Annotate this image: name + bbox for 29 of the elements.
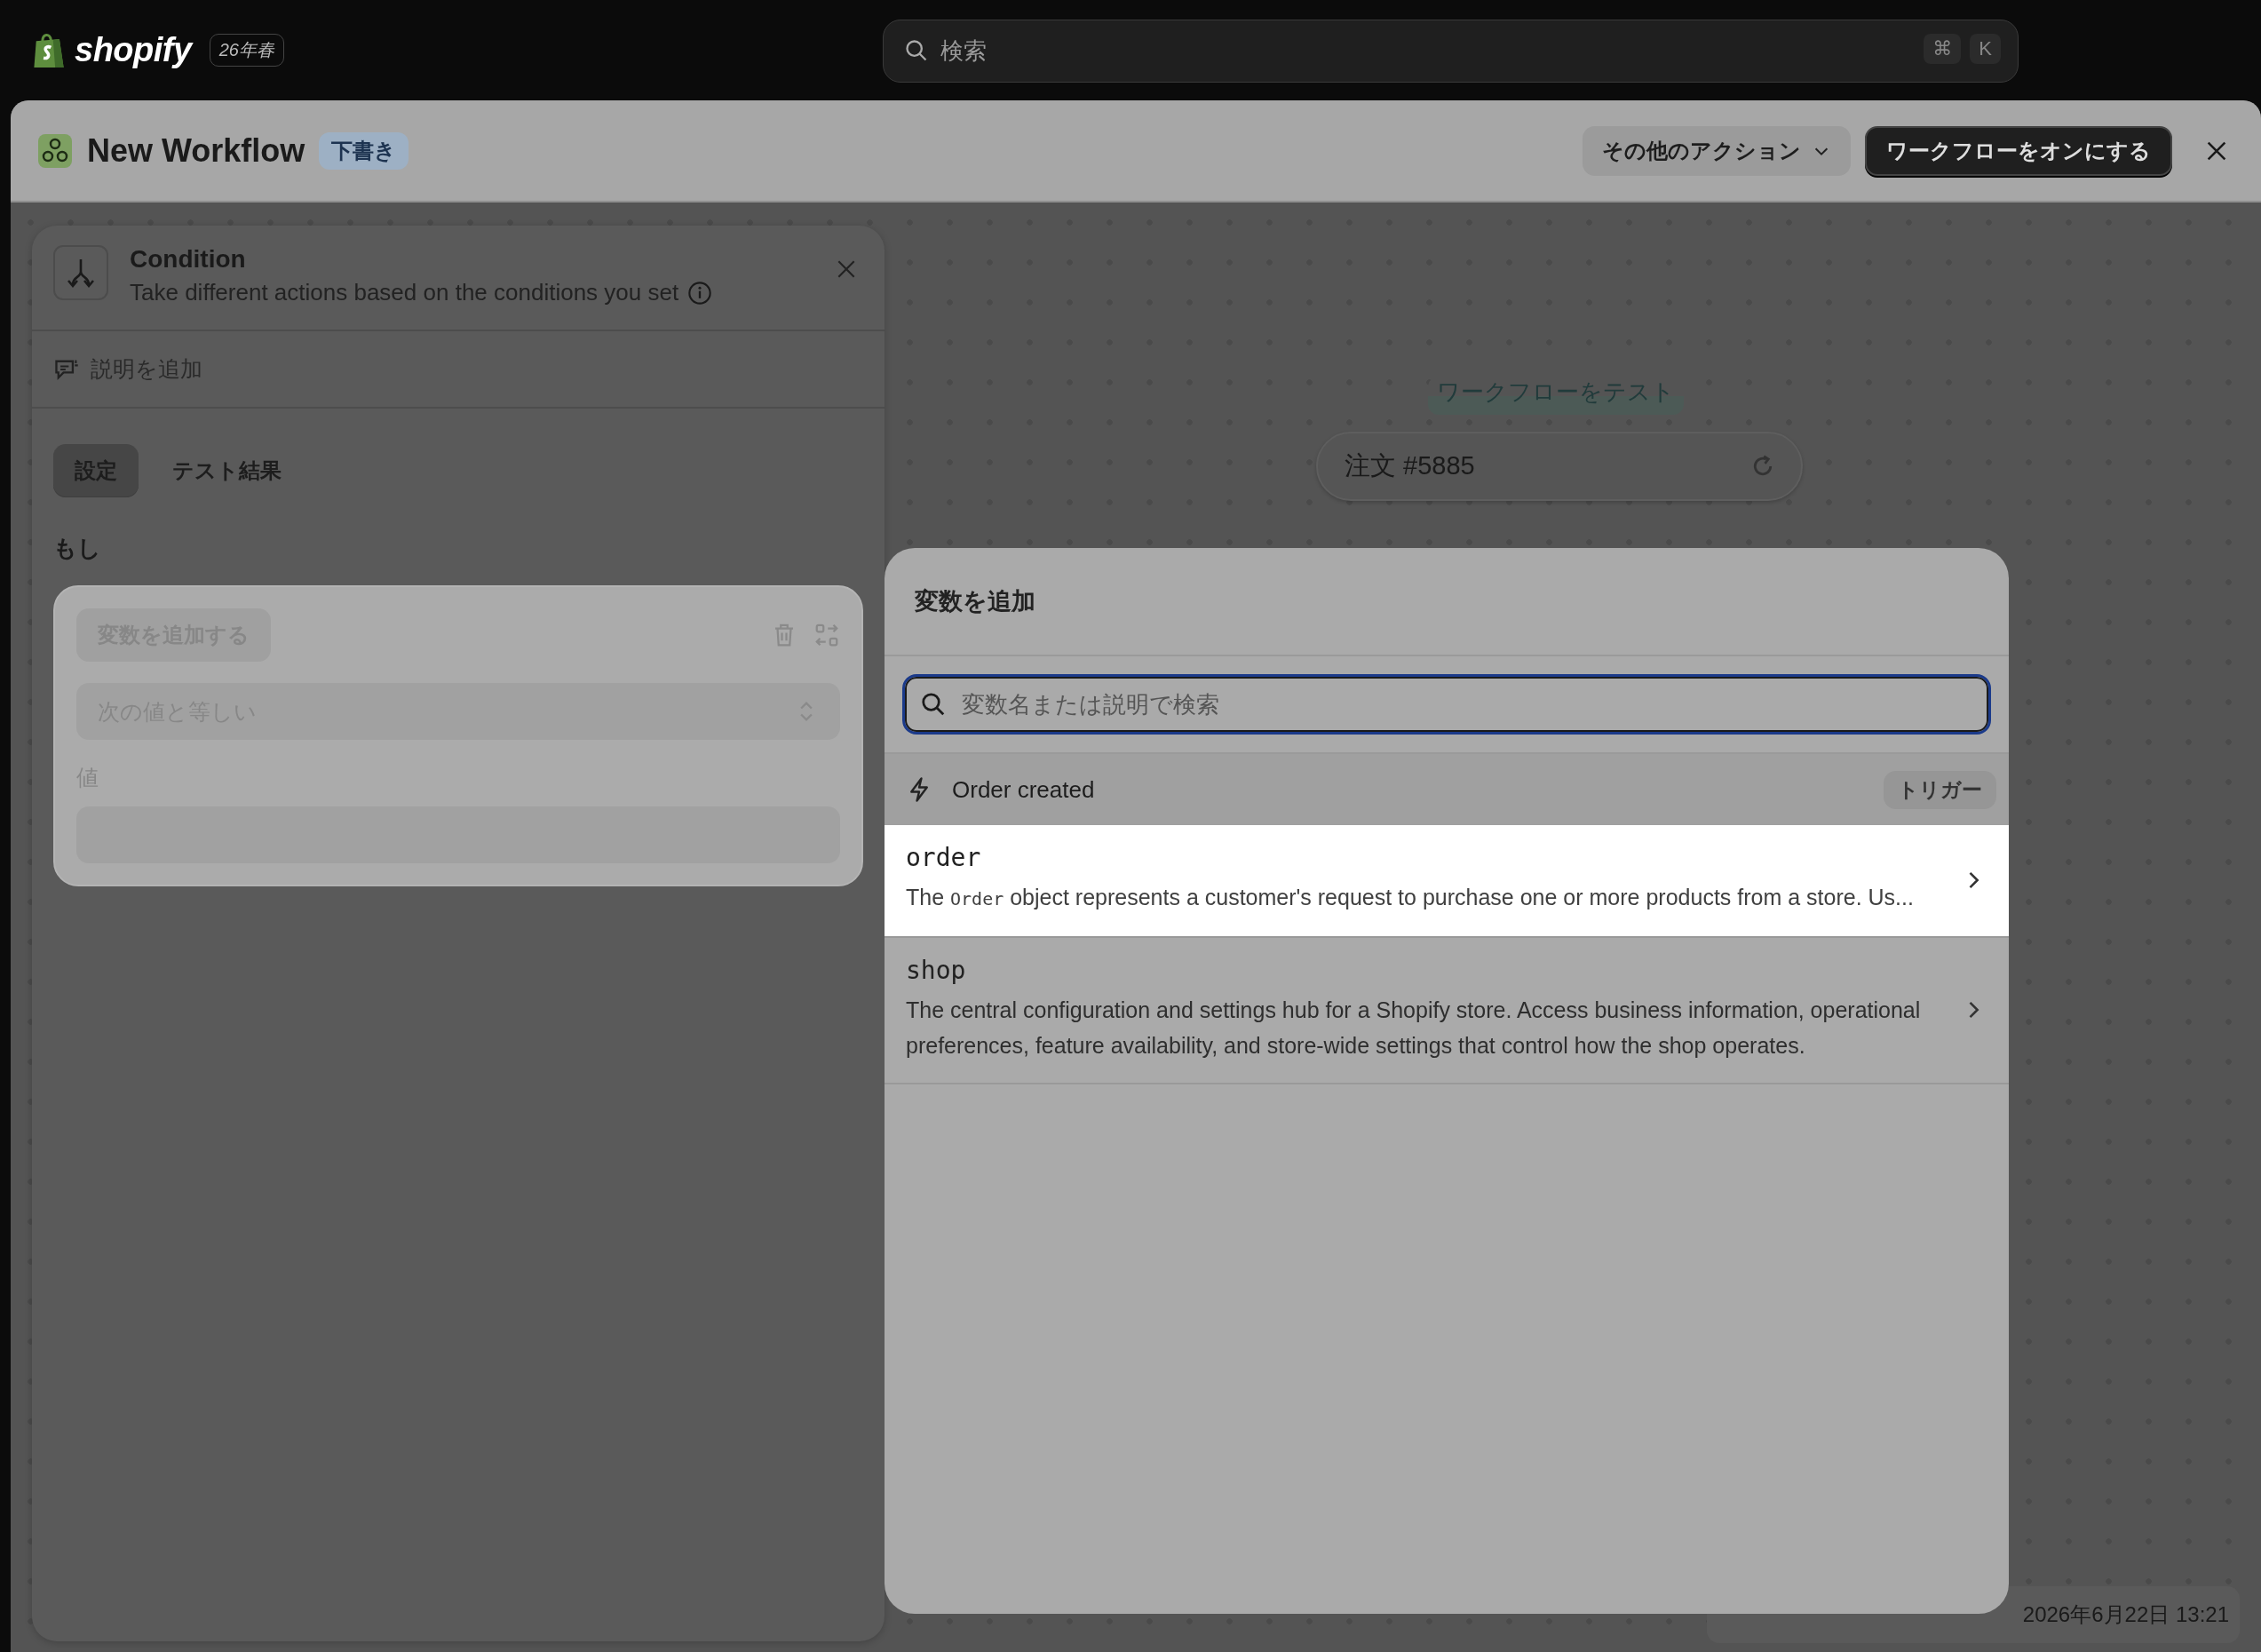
status-badge: 下書き [319, 131, 409, 170]
tab[interactable]: テスト結果 [151, 444, 303, 497]
test-order-pill[interactable]: 注文 #5885 [1316, 432, 1803, 501]
panel-subtitle: Take different actions based on the conditions you set [130, 279, 679, 306]
app-icon [37, 132, 73, 169]
search-icon [904, 38, 929, 63]
variable-name: shop [906, 956, 967, 985]
section-label: もし [52, 534, 102, 563]
shortcut-key: ⌘ [1924, 34, 1962, 64]
turn-on-button[interactable]: ワークフローをオンにする [1865, 125, 2172, 176]
variable-description: The central configuration and settings hub for a Shopify store. Access business information, operational preferences, feature availability, and store-wide settings that control how the shop operates. [906, 997, 1922, 1060]
shortcut-key: K [1970, 34, 2001, 64]
timestamp-text: 2026年6月22日 13:21 [2022, 1601, 2229, 1628]
variable-name: order [906, 843, 982, 872]
more-actions-button[interactable]: その他のアクション [1583, 125, 1851, 176]
edition-badge: 26年春 [209, 34, 284, 67]
test-order-text: 注文 #5885 [1345, 450, 1475, 481]
logo-text[interactable]: shopify [75, 31, 192, 69]
variable-item[interactable]: order The Order object represents a customer's request to purchase one or more products from a store. Us... [885, 825, 2009, 938]
info-icon[interactable] [687, 280, 713, 306]
dialog-title: 変数を追加 [915, 587, 1035, 616]
swap-icon[interactable] [813, 622, 840, 648]
search-icon [920, 691, 947, 718]
panel-title: Condition [130, 245, 247, 274]
workflow-title: New Workflow [87, 131, 305, 170]
trigger-name: Order created [952, 775, 1095, 804]
variable-search-field[interactable]: 変数名または説明で検索 [902, 674, 1991, 735]
variable-description: The Order object represents a customer's request to purchase one or more products from a store. Us... [906, 884, 1915, 911]
trigger-tag: トリガー [1884, 770, 1996, 809]
